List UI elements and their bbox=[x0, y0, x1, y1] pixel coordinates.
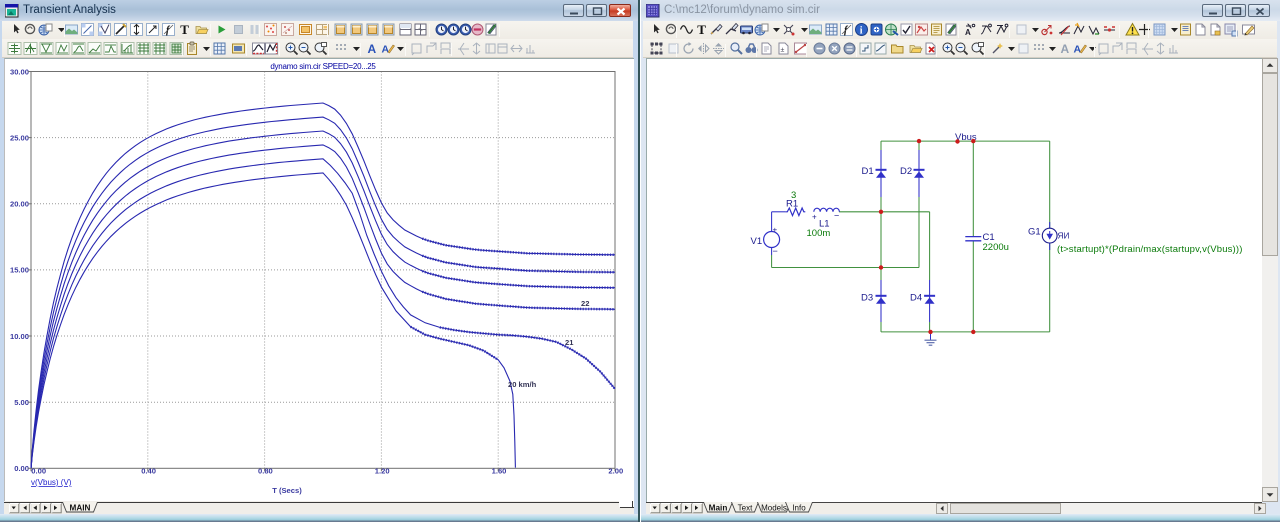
svg-text:+: + bbox=[812, 213, 817, 222]
svg-text:−: − bbox=[773, 246, 778, 256]
svg-text:100m: 100m bbox=[807, 228, 831, 239]
svg-text:D1: D1 bbox=[862, 166, 874, 177]
svg-text:−: − bbox=[834, 211, 839, 221]
svg-text:Text: Text bbox=[738, 503, 753, 512]
svg-text:D2: D2 bbox=[900, 166, 912, 177]
svg-text:(t>startupt)*(Pdrain/max(start: (t>startupt)*(Pdrain/max(startupv,v(Vbus… bbox=[1057, 244, 1243, 255]
svg-text:V1: V1 bbox=[751, 236, 763, 247]
svg-text:Models: Models bbox=[761, 503, 787, 512]
svg-text:G1: G1 bbox=[1028, 227, 1041, 238]
svg-text:Main: Main bbox=[709, 503, 728, 512]
svg-text:2200u: 2200u bbox=[983, 242, 1009, 253]
svg-text:+: + bbox=[773, 226, 778, 235]
svg-text:3: 3 bbox=[791, 190, 796, 201]
svg-text:D4: D4 bbox=[910, 293, 922, 304]
svg-text:Info: Info bbox=[792, 503, 806, 512]
svg-text:ЯИ: ЯИ bbox=[1058, 231, 1070, 241]
svg-text:D3: D3 bbox=[861, 293, 873, 304]
